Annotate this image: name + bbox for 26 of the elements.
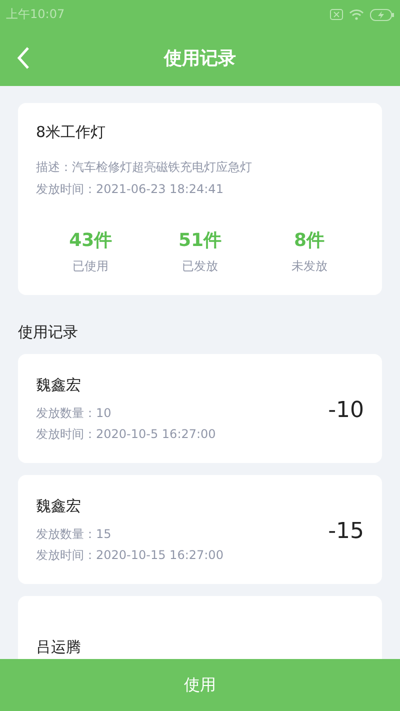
issued-time: 发放时间：2021-06-23 18:24:41: [36, 181, 224, 198]
recipient-name: 魏鑫宏: [36, 497, 82, 516]
item-name: 8米工作灯: [36, 123, 107, 142]
issued-time: 发放时间：2020-10-15 16:27:00: [36, 547, 224, 564]
stat-value: 8件: [294, 229, 325, 252]
battery-icon: [370, 8, 394, 20]
stat-value: 43件: [69, 229, 112, 252]
back-icon[interactable]: [16, 46, 30, 70]
recipient-name: 魏鑫宏: [36, 376, 82, 395]
issued-quantity: 发放数量：15: [36, 526, 112, 543]
stat-label: 已发放: [182, 258, 218, 275]
stat-label: 未发放: [291, 258, 328, 275]
item-description: 描述：汽车检修灯超亮磁铁充电灯应急灯: [36, 159, 253, 176]
issued-time: 发放时间：2020-10-5 16:27:00: [36, 426, 217, 443]
stat-value: 51件: [178, 229, 222, 252]
quantity-change: -15: [328, 519, 364, 544]
issued-quantity: 发放数量：10: [36, 405, 112, 422]
wifi-icon: [349, 9, 364, 20]
use-button[interactable]: 使用: [0, 659, 400, 711]
section-title: 使用记录: [18, 323, 79, 342]
quantity-change: -10: [328, 398, 364, 423]
stat-label: 已使用: [72, 258, 109, 275]
recipient-name: 吕运腾: [36, 638, 82, 657]
page-title: 使用记录: [164, 46, 236, 70]
no-sim-icon: [330, 9, 343, 20]
status-time: 上午10:07: [6, 6, 65, 23]
